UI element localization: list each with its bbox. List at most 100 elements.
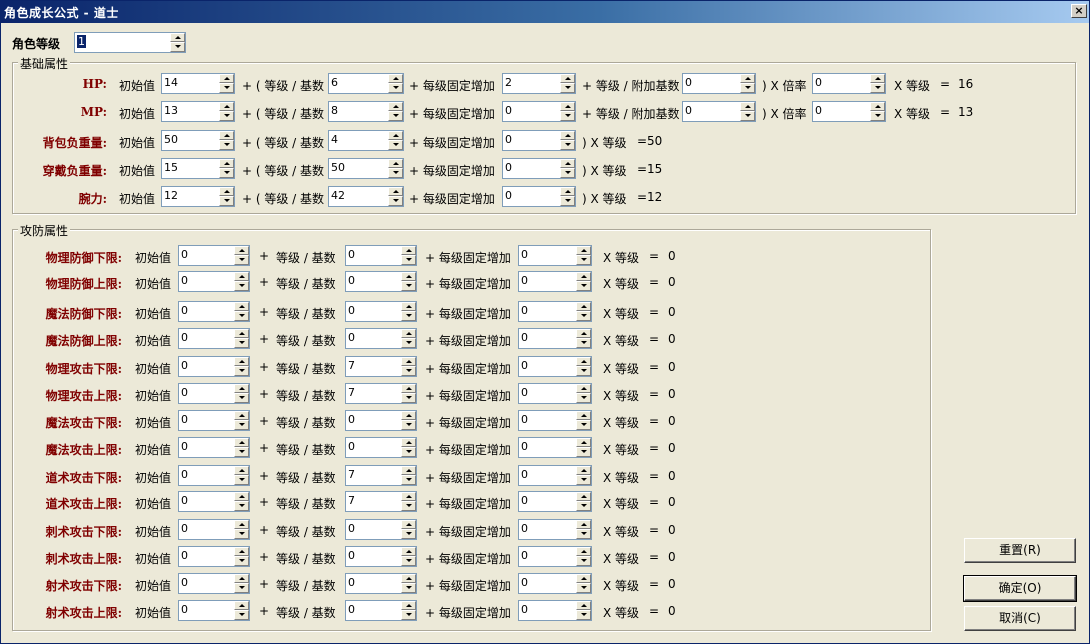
spin-down-icon[interactable] [234,255,249,265]
combat-init-field[interactable]: 0 [178,573,250,594]
combat-base-field[interactable]: 7 [345,383,417,404]
combat-init-field-value[interactable]: 0 [181,603,188,616]
combat-fixed-field-value[interactable]: 0 [521,494,528,507]
basic-base-field[interactable]: 6 [328,73,404,94]
spin-down-icon[interactable] [219,83,234,93]
combat-base-field-arrows[interactable] [401,246,416,265]
spin-down-icon[interactable] [234,393,249,403]
spin-up-icon[interactable] [170,33,185,42]
spin-up-icon[interactable] [234,601,249,610]
combat-init-field-arrows[interactable] [234,411,249,430]
combat-base-field[interactable]: 0 [345,600,417,621]
basic-fixed-field-arrows[interactable] [560,102,575,121]
spin-up-icon[interactable] [401,384,416,393]
spin-down-icon[interactable] [576,255,591,265]
combat-init-field-arrows[interactable] [234,574,249,593]
spin-down-icon[interactable] [576,447,591,457]
combat-fixed-field[interactable]: 0 [518,437,592,458]
combat-base-field-arrows[interactable] [401,520,416,539]
combat-base-field-value[interactable]: 0 [348,549,355,562]
spin-up-icon[interactable] [576,357,591,366]
combat-init-field[interactable]: 0 [178,301,250,322]
spin-down-icon[interactable] [870,83,885,93]
basic-multiplier-field-arrows[interactable] [870,102,885,121]
combat-init-field-value[interactable]: 0 [181,440,188,453]
basic-extra-field[interactable]: 0 [682,101,756,122]
spin-up-icon[interactable] [401,466,416,475]
spin-down-icon[interactable] [401,366,416,376]
spin-down-icon[interactable] [401,529,416,539]
combat-init-field-value[interactable]: 0 [181,248,188,261]
combat-init-field-arrows[interactable] [234,357,249,376]
basic-fixed-field-value[interactable]: 0 [505,104,512,117]
spin-up-icon[interactable] [401,357,416,366]
basic-init-field-arrows[interactable] [219,131,234,150]
basic-fixed-field-value[interactable]: 2 [505,76,512,89]
spin-down-icon[interactable] [576,583,591,593]
basic-base-field-arrows[interactable] [388,102,403,121]
spin-up-icon[interactable] [219,159,234,168]
spin-down-icon[interactable] [234,311,249,321]
combat-base-field[interactable]: 7 [345,491,417,512]
combat-init-field[interactable]: 0 [178,328,250,349]
combat-fixed-field-value[interactable]: 0 [521,440,528,453]
basic-base-field-value[interactable]: 42 [331,189,345,202]
combat-fixed-field-value[interactable]: 0 [521,274,528,287]
spin-down-icon[interactable] [234,420,249,430]
spin-down-icon[interactable] [401,610,416,620]
basic-base-field-value[interactable]: 4 [331,133,338,146]
spin-down-icon[interactable] [870,111,885,121]
combat-fixed-field[interactable]: 0 [518,491,592,512]
spin-down-icon[interactable] [401,583,416,593]
spin-down-icon[interactable] [234,475,249,485]
spin-up-icon[interactable] [234,492,249,501]
spin-up-icon[interactable] [401,547,416,556]
combat-fixed-field-value[interactable]: 0 [521,549,528,562]
spin-down-icon[interactable] [219,140,234,150]
spin-up-icon[interactable] [560,102,575,111]
basic-init-field-arrows[interactable] [219,187,234,206]
spin-down-icon[interactable] [401,420,416,430]
basic-init-field[interactable]: 14 [161,73,235,94]
spin-up-icon[interactable] [870,102,885,111]
combat-base-field-arrows[interactable] [401,438,416,457]
combat-init-field-arrows[interactable] [234,547,249,566]
combat-fixed-field-value[interactable]: 0 [521,304,528,317]
combat-init-field-arrows[interactable] [234,520,249,539]
spin-up-icon[interactable] [219,131,234,140]
combat-init-field-value[interactable]: 0 [181,304,188,317]
combat-fixed-field-arrows[interactable] [576,547,591,566]
combat-base-field-arrows[interactable] [401,272,416,291]
basic-fixed-field-arrows[interactable] [560,74,575,93]
basic-fixed-field-arrows[interactable] [560,131,575,150]
combat-fixed-field-arrows[interactable] [576,357,591,376]
spin-down-icon[interactable] [234,556,249,566]
spin-up-icon[interactable] [560,187,575,196]
spin-up-icon[interactable] [576,492,591,501]
spin-down-icon[interactable] [560,196,575,206]
combat-fixed-field-arrows[interactable] [576,302,591,321]
level-spin-arrows[interactable] [170,33,185,52]
combat-fixed-field-arrows[interactable] [576,384,591,403]
basic-fixed-field[interactable]: 0 [502,101,576,122]
combat-fixed-field[interactable]: 0 [518,301,592,322]
combat-fixed-field[interactable]: 0 [518,519,592,540]
basic-base-field[interactable]: 42 [328,186,404,207]
spin-down-icon[interactable] [740,111,755,121]
combat-fixed-field-value[interactable]: 0 [521,386,528,399]
basic-init-field-arrows[interactable] [219,102,234,121]
combat-init-field[interactable]: 0 [178,491,250,512]
combat-init-field-arrows[interactable] [234,272,249,291]
spin-up-icon[interactable] [388,159,403,168]
spin-up-icon[interactable] [234,547,249,556]
spin-up-icon[interactable] [576,272,591,281]
spin-up-icon[interactable] [388,74,403,83]
spin-down-icon[interactable] [401,281,416,291]
combat-fixed-field-arrows[interactable] [576,492,591,511]
combat-base-field-arrows[interactable] [401,329,416,348]
spin-up-icon[interactable] [234,438,249,447]
spin-down-icon[interactable] [401,393,416,403]
spin-up-icon[interactable] [234,466,249,475]
spin-down-icon[interactable] [388,196,403,206]
spin-down-icon[interactable] [388,83,403,93]
